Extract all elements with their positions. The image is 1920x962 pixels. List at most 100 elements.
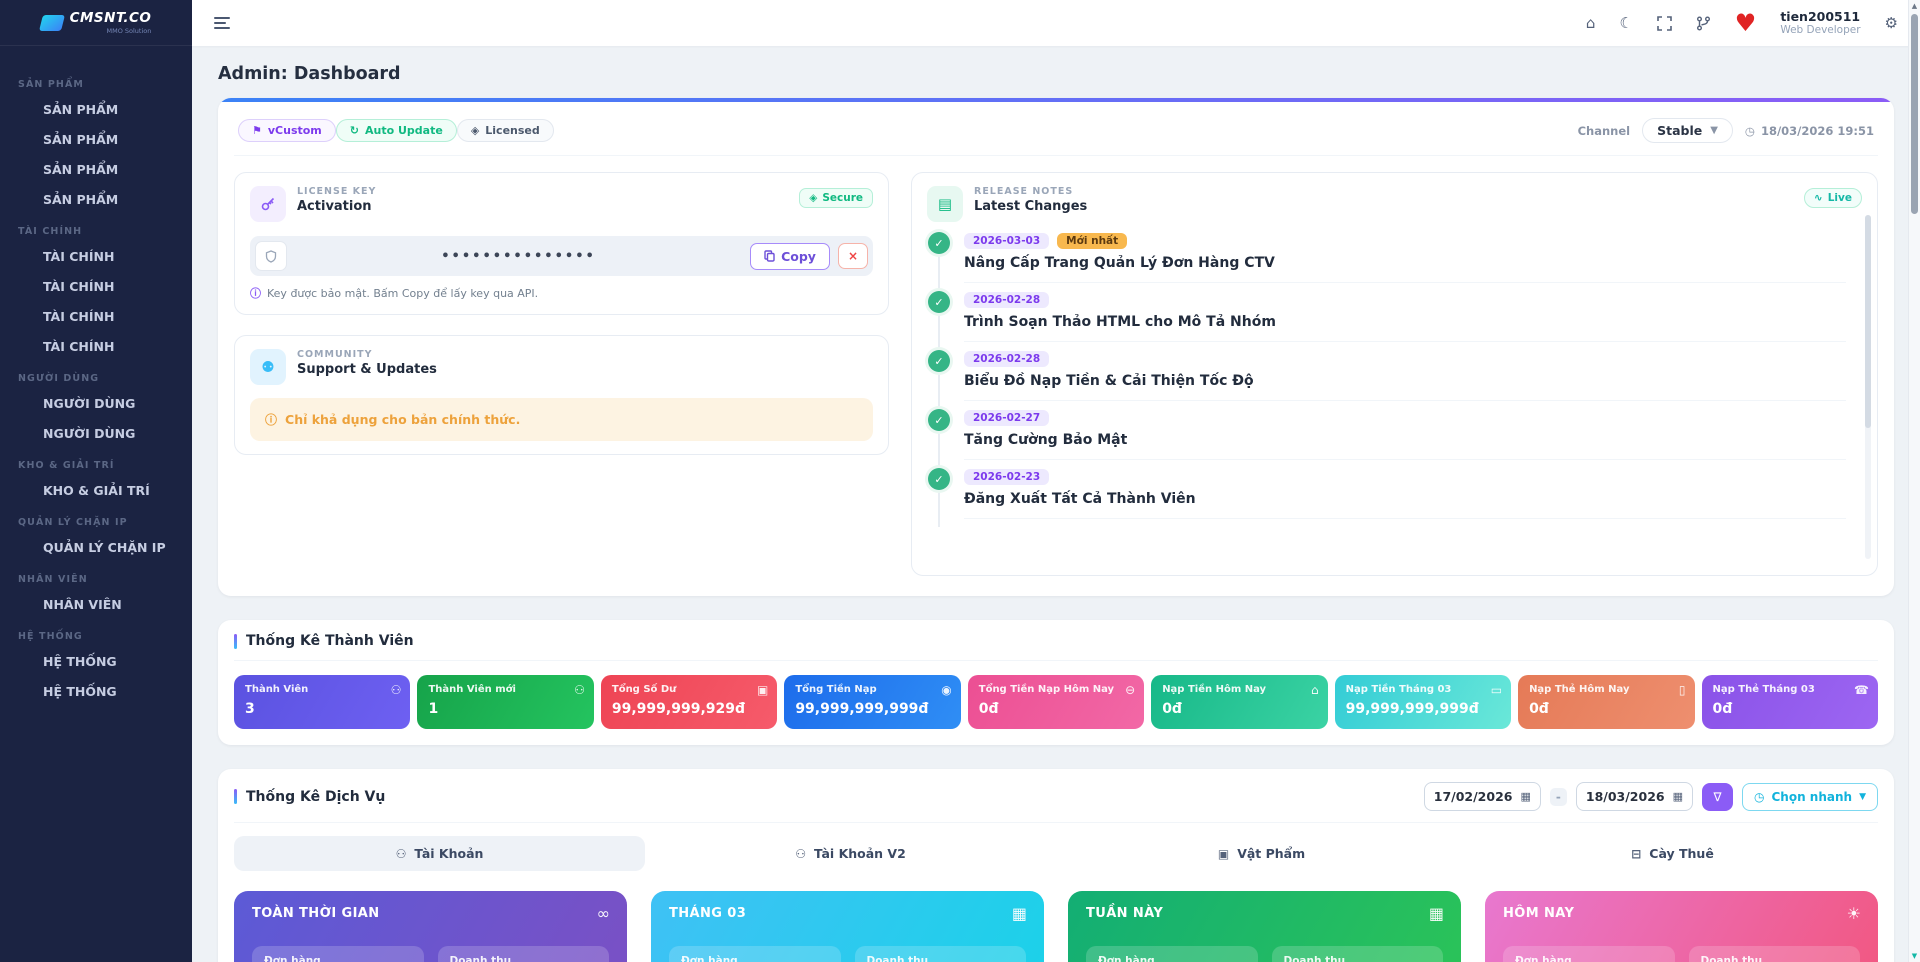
scrollbar-thumb[interactable] [1911,14,1918,214]
badge-icon: ⚑ [252,124,262,137]
page-scrollbar[interactable]: ▲ ▼ [1908,0,1920,962]
service-stats-card: Thống Kê Dịch Vụ 17/02/2026▦ - 18/03/202… [218,769,1894,962]
check-icon: ✓ [928,468,950,490]
panel-scrollbar[interactable] [1865,215,1871,559]
service-tab[interactable]: ⚇ Tài Khoản V2 [645,836,1056,871]
sidebar-item[interactable]: NGƯỜI DÙNG [10,420,182,447]
menu-toggle-icon[interactable] [214,17,230,29]
sidebar-item[interactable] [10,54,182,66]
revenue-box: Doanh thu 2đ [438,946,610,962]
sidebar-item[interactable]: NGƯỜI DÙNG [10,390,182,417]
tab-icon: ⚇ [795,847,806,861]
stat-card[interactable]: Tổng Tiền Nạp Hôm Nay 0đ ⊖ [968,675,1144,729]
stat-card[interactable]: Thành Viên mới 1 ⚇ [417,675,593,729]
sidebar-item-label: QUẢN LÝ CHẶN IP [43,540,166,555]
scroll-up-arrow-icon[interactable]: ▲ [1909,2,1920,10]
sidebar-section: NGƯỜI DÙNG NGƯỜI DÙNG NGƯỜI DÙNG [10,373,182,447]
orders-box: Đơn hàng 0 [1086,946,1258,962]
stat-icon: ▭ [1491,683,1502,697]
community-card: ⚉ COMMUNITY Support & Updates ⓘ Chỉ khả … [234,335,889,455]
stat-label: Thành Viên [245,684,399,695]
tab-icon: ▣ [1218,847,1229,861]
sidebar-item[interactable]: TÀI CHÍNH [10,333,182,360]
clock-icon: ◷ [1754,790,1764,804]
period-icon: ▦ [1012,904,1027,923]
revenue-label: Doanh thu [1701,955,1849,962]
tab-label: Vật Phẩm [1237,846,1305,861]
badge-icon: ↻ [350,124,359,137]
stat-label: Nạp Tiền Tháng 03 [1346,684,1500,695]
sidebar-item[interactable]: TÀI CHÍNH [10,243,182,270]
sidebar-item[interactable]: SẢN PHẨM [10,96,182,123]
settings-gear-icon[interactable]: ⚙ [1885,14,1898,32]
date-from-input[interactable]: 17/02/2026▦ [1424,782,1541,811]
sidebar-item[interactable]: TÀI CHÍNH [10,303,182,330]
stat-card[interactable]: Nạp Tiền Tháng 03 99,999,999,999đ ▭ [1335,675,1511,729]
sidebar-item[interactable]: SẢN PHẨM [10,126,182,153]
quick-select-button[interactable]: ◷Chọn nhanh▼ [1742,783,1878,811]
member-stats-title: Thống Kê Thành Viên [246,633,414,649]
stat-label: Tổng Tiền Nạp [795,684,949,695]
stat-value: 0đ [979,701,1133,717]
stat-card[interactable]: Tổng Số Dư 99,999,999,929đ ▣ [601,675,777,729]
service-tab[interactable]: ▣ Vật Phẩm [1056,836,1467,871]
sidebar-item[interactable]: TÀI CHÍNH [10,273,182,300]
check-icon: ✓ [928,232,950,254]
period-summary-card[interactable]: THÁNG 03 ▦ Đơn hàng 2 Doanh thu 2đ [651,891,1044,962]
sidebar-item[interactable]: QUẢN LÝ CHẶN IP [10,534,182,561]
period-summary-card[interactable]: TOÀN THỜI GIAN ∞ Đơn hàng 2 Doanh thu 2đ [234,891,627,962]
timeline-line [938,375,940,409]
stat-value: 99,999,999,929đ [612,701,766,717]
sidebar-item-label: TÀI CHÍNH [43,309,114,324]
service-tab[interactable]: ⊟ Cày Thuê [1467,836,1878,871]
logo[interactable]: CMSNT.CO MMO Solution [0,0,192,46]
release-entry[interactable]: ✓ 2026-03-03 Mới nhất Nâng Cấp Trang Quả… [927,232,1846,291]
release-entry[interactable]: ✓ 2026-02-28 Biểu Đồ Nạp Tiền & Cải Thiệ… [927,350,1846,409]
stat-card[interactable]: Tổng Tiền Nạp 99,999,999,999đ ◉ [784,675,960,729]
sidebar-item-label: TÀI CHÍNH [43,339,114,354]
user-info[interactable]: tien200511 Web Developer [1780,9,1860,38]
orders-box: Đơn hàng 2 [252,946,424,962]
channel-select[interactable]: Stable▼ [1642,118,1733,143]
stat-card[interactable]: Thành Viên 3 ⚇ [234,675,410,729]
badge-icon: ◈ [471,124,479,137]
stat-card[interactable]: Nạp Tiền Hôm Nay 0đ ⌂ [1151,675,1327,729]
release-entry[interactable]: ✓ 2026-02-27 Tăng Cường Bảo Mật [927,409,1846,468]
copy-button[interactable]: Copy [750,243,830,270]
release-entry[interactable]: ✓ 2026-02-23 Đăng Xuất Tất Cả Thành Viên [927,468,1846,527]
timeline-line [938,493,940,527]
filter-button[interactable]: ∇ [1702,783,1733,811]
dark-mode-icon[interactable]: ☾ [1619,14,1632,32]
stat-label: Nạp Tiền Hôm Nay [1162,684,1316,695]
period-summary-card[interactable]: HÔM NAY ☀ Đơn hàng 0 Doanh thu 0đ [1485,891,1878,962]
channel-label: Channel [1578,124,1631,138]
service-tab[interactable]: ⚇ Tài Khoản [234,836,645,871]
sidebar-item[interactable]: HỆ THỐNG [10,678,182,705]
sidebar: CMSNT.CO MMO Solution [0,0,192,962]
content-area: Admin: Dashboard ⚑vCustom↻Auto Update◈Li… [192,46,1920,962]
stat-card[interactable]: Nạp Thẻ Tháng 03 0đ ☎ [1702,675,1878,729]
clear-key-button[interactable]: × [838,243,868,269]
period-icon: ▦ [1429,904,1444,923]
stat-card[interactable]: Nạp Thẻ Hôm Nay 0đ ▯ [1518,675,1694,729]
sidebar-item[interactable]: NHÂN VIÊN [10,591,182,618]
home-icon[interactable]: ⌂ [1586,14,1596,32]
sidebar-item[interactable]: SẢN PHẨM [10,186,182,213]
sidebar-item[interactable]: HỆ THỐNG [10,648,182,675]
stat-label: Thành Viên mới [428,684,582,695]
scroll-down-arrow-icon[interactable]: ▼ [1909,952,1920,960]
sidebar-item[interactable]: SẢN PHẨM [10,156,182,183]
license-card: LICENSE KEY Activation ◈Secure •••••••••… [234,172,889,315]
username: tien200511 [1780,9,1860,25]
clock-icon: ◷ [1745,124,1755,138]
fullscreen-icon[interactable] [1657,16,1672,31]
release-entry[interactable]: ✓ 2026-02-28 Trình Soạn Thảo HTML cho Mô… [927,291,1846,350]
avatar-heart-icon[interactable]: ♥ [1735,11,1757,35]
status-badge: ⚑vCustom [238,119,336,142]
git-branch-icon[interactable] [1696,16,1711,31]
period-summary-card[interactable]: TUẦN NÀY ▦ Đơn hàng 0 Doanh thu 0đ [1068,891,1461,962]
date-to-input[interactable]: 18/03/2026▦ [1576,782,1693,811]
sidebar-item[interactable]: KHO & GIẢI TRÍ [10,477,182,504]
orders-label: Đơn hàng [681,955,829,962]
tab-icon: ⚇ [396,847,407,861]
